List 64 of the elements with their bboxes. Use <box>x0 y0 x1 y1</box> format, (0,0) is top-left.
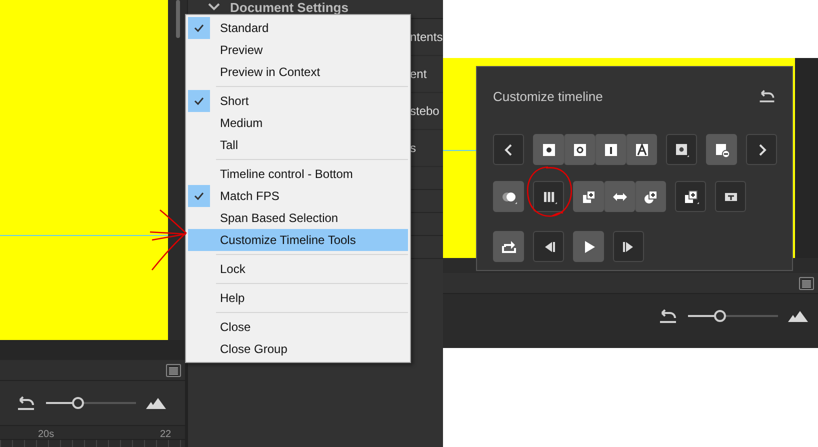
section-title: Document Settings <box>230 0 348 14</box>
tool-button[interactable] <box>493 231 524 262</box>
tool-button[interactable] <box>533 231 564 262</box>
blank-keyframe-icon <box>572 142 588 158</box>
tool-button[interactable] <box>595 134 626 165</box>
menu-item[interactable]: Timeline control - Bottom <box>188 163 408 185</box>
menu-item[interactable]: Customize Timeline Tools <box>188 229 408 251</box>
menu-item[interactable]: Help <box>188 287 408 309</box>
ruler-label: 22 <box>160 429 172 440</box>
check-icon <box>194 97 204 105</box>
keyframe-icon <box>540 142 556 158</box>
property-label: ent <box>410 67 427 81</box>
tool-button[interactable] <box>746 134 777 165</box>
property-label: stebo <box>410 104 440 118</box>
tool-button[interactable] <box>493 134 524 165</box>
property-label: ntents <box>410 30 443 44</box>
menu-item[interactable]: Match FPS <box>188 185 408 207</box>
tool-button[interactable] <box>666 134 697 165</box>
mountains-icon[interactable] <box>788 310 808 322</box>
menu-item[interactable]: Close <box>188 316 408 338</box>
keyframe-icon <box>674 142 690 158</box>
tool-button[interactable] <box>493 181 524 212</box>
reset-icon[interactable] <box>758 89 776 103</box>
tool-button[interactable] <box>613 231 644 262</box>
check-icon <box>194 192 204 200</box>
menu-item[interactable]: Preview in Context <box>188 61 408 83</box>
tool-button[interactable] <box>604 181 635 212</box>
menu-item[interactable]: Tall <box>188 134 408 156</box>
menu-item[interactable]: Preview <box>188 39 408 61</box>
annotation-arrow <box>149 209 187 271</box>
menu-item[interactable]: Standard <box>188 17 408 39</box>
chevron-down-icon[interactable] <box>208 3 220 11</box>
reset-icon[interactable] <box>16 396 36 410</box>
frame-icon <box>602 142 618 158</box>
zoom-slider[interactable] <box>688 310 778 322</box>
menu-item[interactable]: Close Group <box>188 338 408 360</box>
text-frame-icon <box>634 142 650 158</box>
copy-icon <box>682 188 698 204</box>
ruler-label: 20s <box>38 429 54 440</box>
tool-button[interactable] <box>533 134 564 165</box>
menu-item[interactable]: Medium <box>188 112 408 134</box>
mountains-icon[interactable] <box>146 398 166 408</box>
loop-icon <box>500 238 516 254</box>
tool-button[interactable] <box>573 231 604 262</box>
zoom-slider[interactable] <box>46 397 136 409</box>
reset-icon[interactable] <box>658 309 678 323</box>
panel-title: Customize timeline <box>493 88 603 104</box>
remove-frame-icon <box>714 142 730 158</box>
menu-icon[interactable] <box>166 364 181 376</box>
tool-button[interactable] <box>626 134 657 165</box>
copy-icon <box>642 188 658 204</box>
tool-button[interactable] <box>533 181 564 212</box>
menu-item[interactable]: Span Based Selection <box>188 207 408 229</box>
copy-icon <box>580 188 596 204</box>
check-icon <box>194 24 204 32</box>
tool-button[interactable] <box>635 181 666 212</box>
menu-item[interactable]: Lock <box>188 258 408 280</box>
tool-button[interactable] <box>675 181 706 212</box>
menu-icon[interactable] <box>799 276 814 290</box>
tool-button[interactable] <box>573 181 604 212</box>
tool-button[interactable] <box>715 181 746 212</box>
tool-button[interactable] <box>706 134 737 165</box>
menu-item[interactable]: Short <box>188 90 408 112</box>
tool-button[interactable] <box>564 134 595 165</box>
